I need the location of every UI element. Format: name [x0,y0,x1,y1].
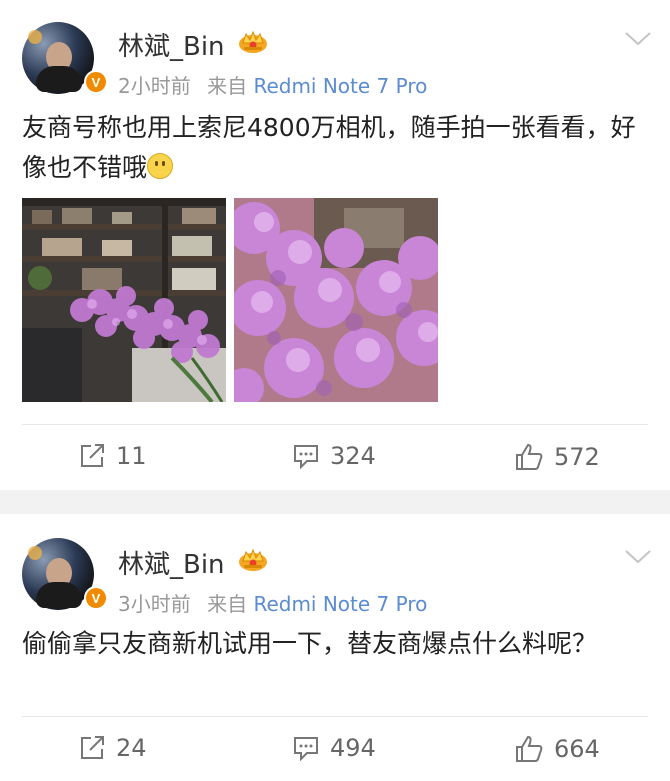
repost-count: 24 [116,734,147,762]
post-actions: 24 494 664 [0,728,670,778]
flowers-bookshelf-photo[interactable] [22,198,226,402]
share-icon [81,444,104,467]
avatar-background-light [28,546,42,560]
comment-icon [294,737,318,762]
verified-badge-label: V [86,588,106,608]
crown-icon [239,30,267,53]
flowers-closeup-photo[interactable] [234,198,438,402]
verified-badge: V [84,586,108,610]
avatar-body [36,582,82,608]
post-time: 2小时前 [118,74,191,98]
chevron-down-icon[interactable] [624,30,652,48]
post-meta: 3小时前 来自 Redmi Note 7 Pro [118,588,427,617]
post-text-block: 偷偷拿只友商新机试用一下，替友商爆点什么料呢？ [22,624,642,664]
verified-badge: V [84,70,108,94]
comment-button[interactable]: 494 [292,734,376,762]
avatar-body [36,66,82,92]
crown-icon [239,548,267,571]
thumbs-up-icon [516,735,543,762]
repost-count: 11 [116,442,147,470]
post-time: 3小时前 [118,592,191,616]
username[interactable]: 林斌_Bin [118,544,225,581]
post-meta: 2小时前 来自 Redmi Note 7 Pro [118,70,427,99]
weibo-post[interactable]: V 林斌_Bin 3小时前 来自 Redmi Note 7 Pro 偷偷拿只友商… [0,514,670,781]
thumbs-up-icon [516,443,543,470]
action-divider [22,424,648,425]
like-count: 572 [554,443,600,471]
action-divider [22,716,648,717]
comment-count: 324 [330,442,376,470]
comment-icon [294,445,318,470]
avatar-background-light [28,30,42,44]
avatar[interactable]: V [22,538,108,610]
share-icon [81,736,104,759]
post-separator [0,490,670,514]
post-actions: 11 324 572 [0,436,670,486]
post-text: 偷偷拿只友商新机试用一下，替友商爆点什么料呢？ [22,629,598,658]
source-link[interactable]: Redmi Note 7 Pro [253,592,427,616]
weibo-post[interactable]: V 林斌_Bin 2小时前 来自 Redmi Note 7 Pro 友商号称也用… [0,0,670,490]
chevron-down-icon[interactable] [624,548,652,566]
post-text: 友商号称也用上索尼4800万相机，随手拍一张看看，好像也不错哦 [22,113,636,182]
like-count: 664 [554,735,600,763]
repost-button[interactable]: 24 [78,734,147,762]
repost-button[interactable]: 11 [78,442,147,470]
source-link[interactable]: Redmi Note 7 Pro [253,74,427,98]
smiley-icon [147,153,174,179]
comment-button[interactable]: 324 [292,442,376,470]
avatar[interactable]: V [22,22,108,94]
verified-badge-label: V [86,72,106,92]
post-text-block: 友商号称也用上索尼4800万相机，随手拍一张看看，好像也不错哦 [22,108,642,188]
comment-count: 494 [330,734,376,762]
like-button[interactable]: 664 [514,734,600,764]
like-button[interactable]: 572 [514,442,600,472]
source-prefix: 来自 [207,592,248,616]
username[interactable]: 林斌_Bin [118,26,225,63]
source-prefix: 来自 [207,74,248,98]
